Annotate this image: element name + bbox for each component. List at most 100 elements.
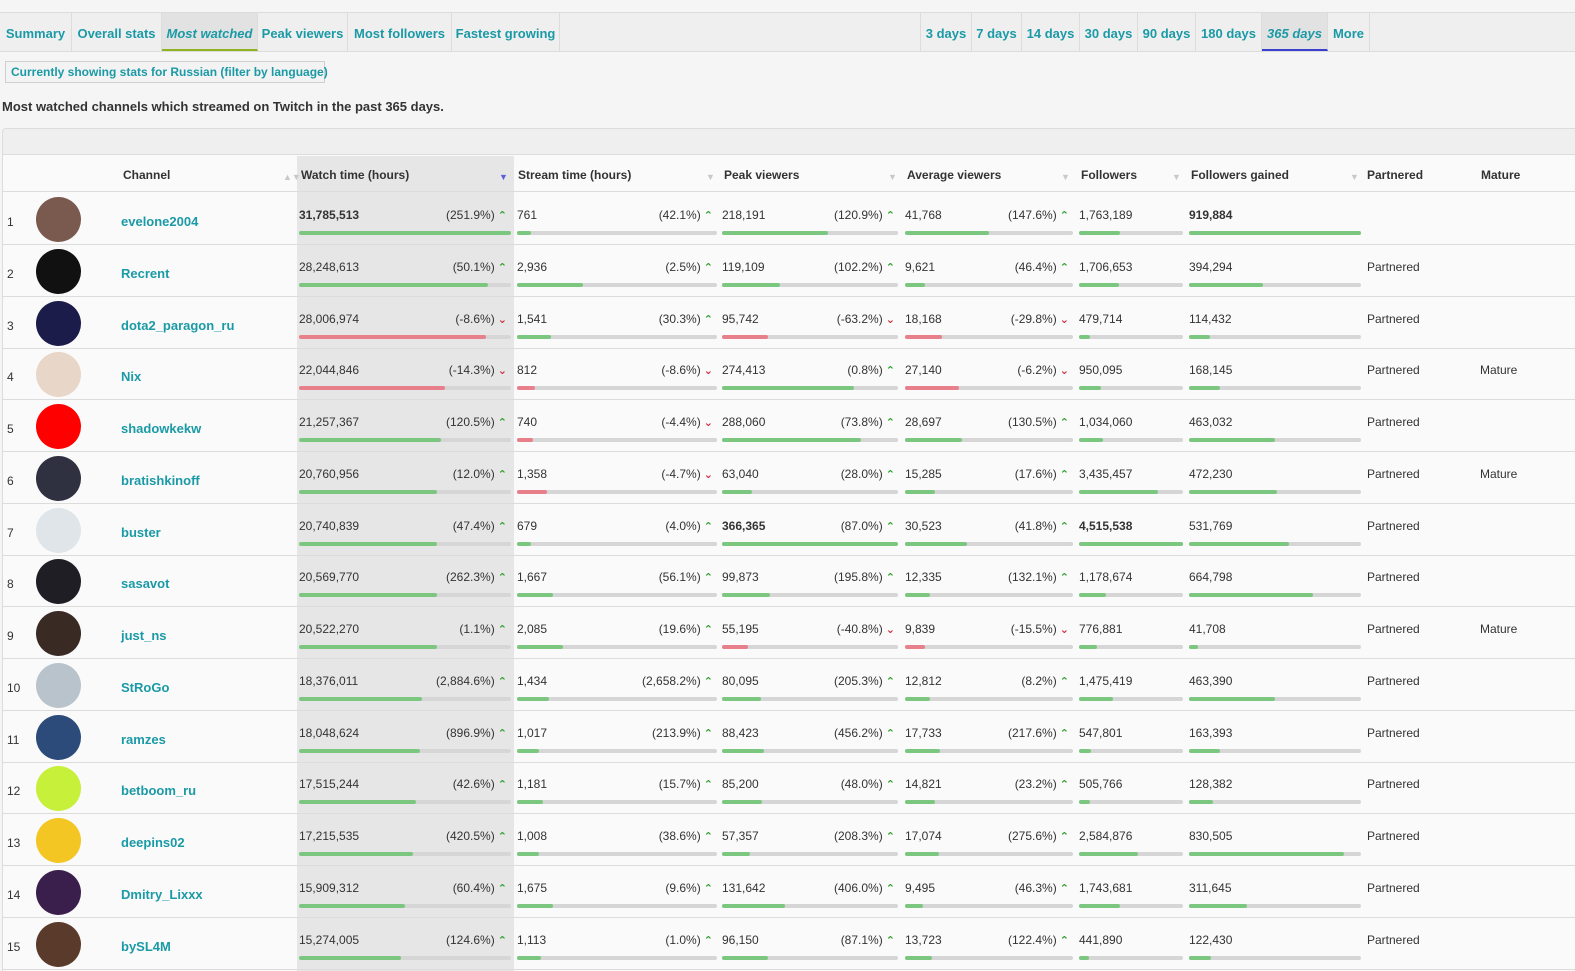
arrow-up-icon: ⌃: [700, 779, 713, 792]
stream-bar-track: [517, 903, 717, 908]
header-followers[interactable]: Followers: [1081, 168, 1137, 182]
peak-value: 88,423: [722, 725, 759, 740]
header-watch-time[interactable]: Watch time (hours): [301, 168, 409, 182]
rank-number: 6: [7, 473, 14, 488]
channel-link[interactable]: evelone2004: [121, 214, 198, 229]
avatar-icon[interactable]: [36, 921, 81, 967]
header-followers-gained[interactable]: Followers gained: [1191, 168, 1289, 182]
stream-bar-track: [517, 489, 717, 494]
tab-more[interactable]: More: [1328, 13, 1370, 51]
avatar-icon[interactable]: [36, 507, 81, 553]
watch-value: 15,274,005: [299, 932, 360, 947]
mature-status: Mature: [1480, 466, 1518, 481]
watch-value: 18,048,624: [299, 725, 360, 740]
avg-bar-fill: [905, 231, 989, 235]
tab-90-days[interactable]: 90 days: [1138, 13, 1196, 51]
channel-link[interactable]: ramzes: [121, 732, 166, 747]
stream-bar-fill: [517, 282, 583, 287]
peak-change: (87.0%) ⌃: [841, 519, 895, 533]
sort-desc-icon: ▼: [499, 172, 508, 182]
channel-link[interactable]: Dmitry_Lixxx: [121, 887, 203, 902]
followers-bar-fill: [1079, 852, 1139, 856]
peak-change: (406.0%) ⌃: [834, 881, 895, 895]
peak-change-percent: (28.0%): [840, 466, 883, 481]
avatar-icon[interactable]: [36, 662, 81, 708]
channel-link[interactable]: dota2_paragon_ru: [121, 318, 234, 333]
tab-7-days[interactable]: 7 days: [972, 13, 1022, 51]
header-channel[interactable]: Channel: [123, 168, 170, 182]
followers-bar-fill: [1079, 541, 1183, 546]
header-average-viewers[interactable]: Average viewers: [907, 168, 1001, 182]
watch-bar-track: [299, 645, 511, 649]
arrow-up-icon: ⌃: [882, 675, 895, 688]
avatar-icon[interactable]: [36, 818, 81, 863]
tab-180-days[interactable]: 180 days: [1196, 13, 1262, 51]
peak-change: (48.0%) ⌃: [841, 777, 895, 791]
avg-change: (132.1%) ⌃: [1008, 570, 1069, 584]
channel-link[interactable]: shadowkekw: [121, 421, 201, 436]
avatar-icon[interactable]: [36, 352, 81, 398]
followers-bar-track: [1079, 852, 1183, 856]
watch-bar-fill: [299, 438, 442, 442]
page-description: Most watched channels which streamed on …: [2, 99, 444, 114]
channel-link[interactable]: Recrent: [121, 266, 169, 281]
tab-365-days[interactable]: 365 days: [1262, 13, 1328, 51]
tab-3-days[interactable]: 3 days: [920, 13, 972, 51]
avatar-icon[interactable]: [36, 455, 81, 501]
avatar-icon[interactable]: [36, 404, 81, 449]
avg-change-percent: (122.4%): [1008, 932, 1057, 947]
avatar-icon[interactable]: [36, 766, 81, 812]
stream-change-percent: (30.3%): [658, 311, 701, 326]
channel-link[interactable]: Nix: [121, 369, 141, 384]
channel-link[interactable]: betboom_ru: [121, 783, 196, 798]
channel-link[interactable]: bratishkinoff: [121, 473, 200, 488]
rank-number: 7: [7, 525, 14, 540]
channel-link[interactable]: StRoGo: [121, 680, 169, 695]
gained-bar-fill: [1189, 645, 1198, 649]
peak-change: (456.2%) ⌃: [834, 726, 895, 740]
watch-change-percent: (-14.3%): [448, 363, 495, 378]
avatar-icon[interactable]: [36, 869, 81, 915]
tab-30-days[interactable]: 30 days: [1080, 13, 1138, 51]
followers-gained-value: 163,393: [1189, 725, 1233, 740]
avg-bar-fill: [905, 334, 942, 339]
stream-value: 1,017: [517, 725, 548, 740]
gained-bar-track: [1189, 748, 1361, 753]
avatar-icon[interactable]: [36, 300, 81, 346]
channel-link[interactable]: deepins02: [121, 835, 185, 850]
tab-most-watched[interactable]: Most watched: [162, 13, 258, 51]
tab-fastest-growing[interactable]: Fastest growing: [452, 13, 560, 51]
arrow-up-icon: ⌃: [700, 727, 713, 740]
tab-peak-viewers[interactable]: Peak viewers: [258, 13, 348, 51]
arrow-up-icon: ⌃: [882, 572, 895, 585]
peak-change-percent: (195.8%): [834, 570, 883, 585]
tab-most-followers[interactable]: Most followers: [348, 13, 452, 51]
header-peak-viewers[interactable]: Peak viewers: [724, 168, 799, 182]
language-filter-button[interactable]: Currently showing stats for Russian (fil…: [5, 61, 328, 83]
tab-summary[interactable]: Summary: [0, 13, 72, 51]
header-mature[interactable]: Mature: [1481, 168, 1520, 182]
followers-gained-value: 472,230: [1189, 466, 1233, 481]
channel-link[interactable]: just_ns: [121, 628, 167, 643]
watch-bar-track: [299, 903, 511, 908]
peak-change-percent: (87.1%): [840, 932, 883, 947]
tab-14-days[interactable]: 14 days: [1022, 13, 1080, 51]
avatar-icon[interactable]: [36, 248, 81, 294]
avatar-icon[interactable]: [36, 611, 81, 656]
gained-bar-fill: [1189, 541, 1289, 546]
stream-change: (2.5%) ⌃: [665, 260, 713, 274]
stream-bar-fill: [517, 231, 531, 235]
followers-bar-fill: [1079, 386, 1101, 391]
tab-overall-stats[interactable]: Overall stats: [72, 13, 162, 51]
header-stream-time[interactable]: Stream time (hours): [518, 168, 631, 182]
stream-bar-track: [517, 852, 717, 856]
channel-link[interactable]: sasavot: [121, 576, 169, 591]
header-partnered[interactable]: Partnered: [1367, 168, 1423, 182]
avatar-icon[interactable]: [36, 714, 81, 760]
avatar-icon[interactable]: [36, 559, 81, 605]
watch-value: 20,569,770: [299, 570, 360, 585]
channel-link[interactable]: bySL4M: [121, 939, 171, 954]
watch-bar-track: [299, 334, 511, 339]
avatar-icon[interactable]: [36, 197, 81, 242]
channel-link[interactable]: buster: [121, 525, 161, 540]
